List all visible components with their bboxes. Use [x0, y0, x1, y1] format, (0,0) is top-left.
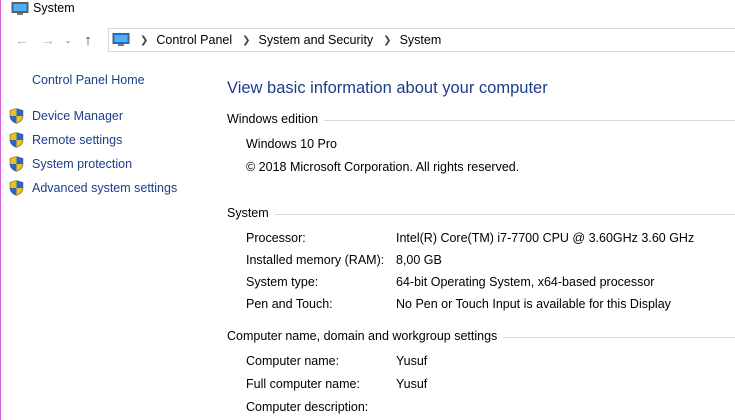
shield-icon [9, 132, 24, 148]
chevron-right-icon[interactable]: ❯ [383, 35, 391, 46]
copyright-text: © 2018 Microsoft Corporation. All rights… [246, 160, 520, 174]
breadcrumb-control-panel[interactable]: Control Panel [156, 33, 232, 47]
section-heading: Computer name, domain and workgroup sett… [227, 329, 498, 343]
computer-name-label: Computer name: [246, 354, 340, 368]
window-title: System [33, 1, 75, 15]
shield-icon [9, 156, 24, 172]
system-window: System ← → ⌄ ↑ ❯ Control Panel ❯ System … [0, 0, 735, 420]
sidebar-item-device-manager[interactable]: Device Manager [9, 108, 123, 124]
computer-description-label: Computer description: [246, 400, 369, 414]
system-type-label: System type: [246, 275, 319, 289]
sidebar-item-remote-settings[interactable]: Remote settings [9, 132, 122, 148]
chevron-right-icon[interactable]: ❯ [242, 35, 250, 46]
processor-label: Processor: [246, 231, 306, 245]
edition-name: Windows 10 Pro [246, 137, 338, 151]
navigation-bar: ← → ⌄ ↑ ❯ Control Panel ❯ System and Sec… [1, 27, 735, 53]
section-system: System [227, 206, 735, 220]
section-heading: System [227, 206, 269, 220]
sidebar-item-label: Device Manager [32, 109, 124, 123]
pen-touch-label: Pen and Touch: [246, 297, 333, 311]
breadcrumb-system[interactable]: System [400, 33, 442, 47]
forward-arrow-icon[interactable]: → [37, 29, 59, 51]
control-panel-home-link[interactable]: Control Panel Home [32, 73, 145, 87]
monitor-icon [11, 1, 29, 15]
sidebar-item-label: Advanced system settings [32, 181, 178, 195]
section-windows-edition: Windows edition [227, 112, 735, 126]
full-computer-name-value: Yusuf [396, 377, 428, 391]
sidebar-item-label: System protection [32, 157, 133, 171]
section-computer-name: Computer name, domain and workgroup sett… [227, 329, 735, 343]
address-bar[interactable]: ❯ Control Panel ❯ System and Security ❯ … [108, 28, 735, 52]
recent-locations-dropdown-icon[interactable]: ⌄ [61, 29, 75, 51]
page-title: View basic information about your comput… [227, 79, 548, 97]
memory-value: 8,00 GB [396, 253, 442, 267]
section-divider [274, 213, 735, 215]
processor-value: Intel(R) Core(TM) i7-7700 CPU @ 3.60GHz … [396, 231, 695, 245]
pen-touch-value: No Pen or Touch Input is available for t… [396, 297, 671, 311]
section-divider [324, 119, 735, 121]
chevron-right-icon[interactable]: ❯ [140, 35, 148, 46]
sidebar-item-system-protection[interactable]: System protection [9, 156, 132, 172]
back-arrow-icon[interactable]: ← [11, 29, 33, 51]
breadcrumb-system-and-security[interactable]: System and Security [259, 33, 374, 47]
shield-icon [9, 108, 24, 124]
full-computer-name-label: Full computer name: [246, 377, 360, 391]
memory-label: Installed memory (RAM): [246, 253, 385, 267]
computer-name-value: Yusuf [396, 354, 428, 368]
title-bar: System [1, 0, 735, 20]
section-heading: Windows edition [227, 112, 319, 126]
control-panel-icon [112, 33, 130, 46]
system-type-value: 64-bit Operating System, x64-based proce… [396, 275, 655, 289]
up-arrow-icon[interactable]: ↑ [77, 29, 99, 51]
sidebar-item-label: Remote settings [32, 133, 123, 147]
sidebar-item-advanced-system-settings[interactable]: Advanced system settings [9, 180, 177, 196]
shield-icon [9, 180, 24, 196]
section-divider [503, 336, 735, 338]
